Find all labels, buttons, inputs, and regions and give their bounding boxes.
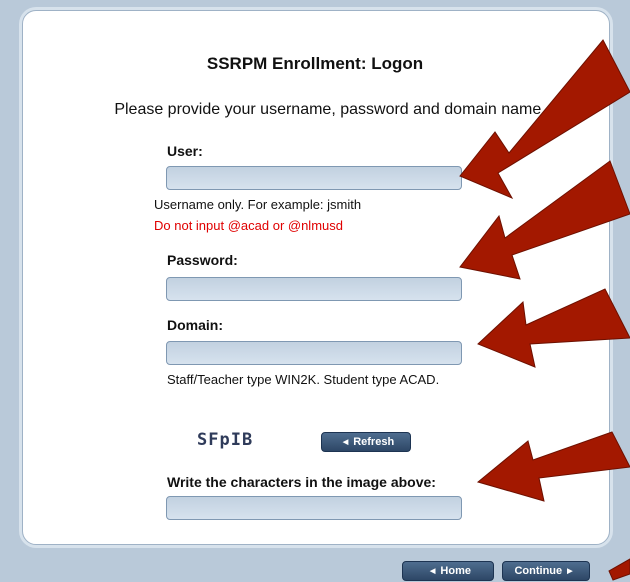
arrow-icon: [476, 431, 630, 502]
annotation-arrows: [459, 39, 630, 581]
arrow-icon: [608, 558, 630, 581]
arrow-icon: [477, 288, 630, 368]
